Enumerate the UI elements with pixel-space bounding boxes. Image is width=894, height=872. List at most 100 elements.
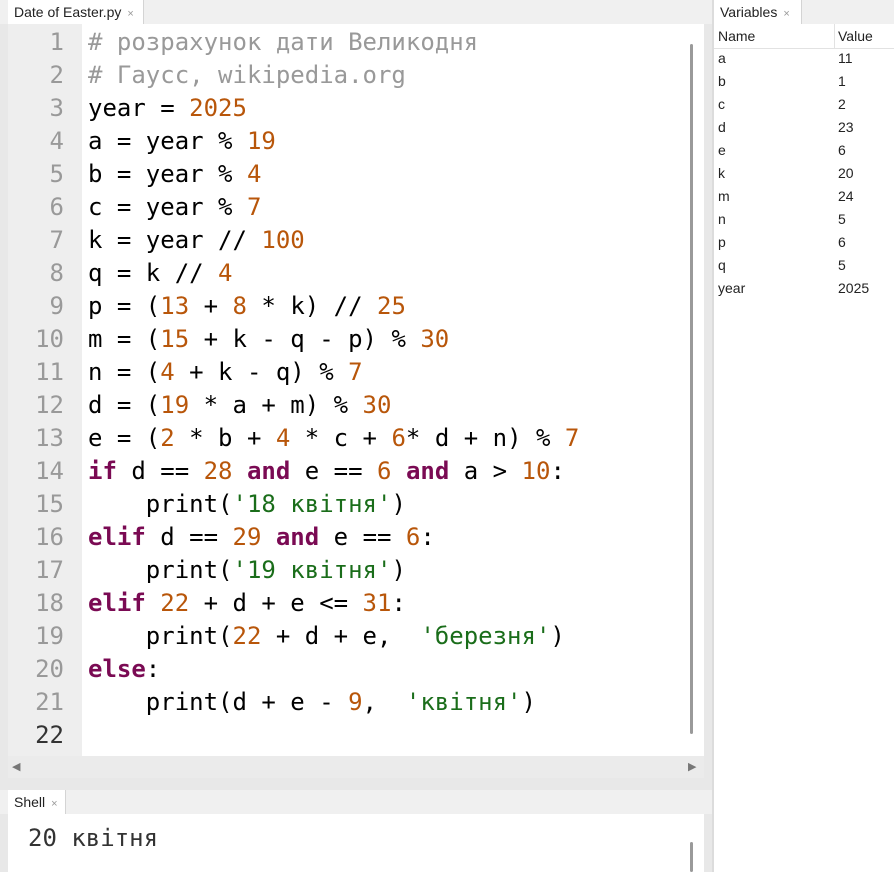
variable-value: 24 bbox=[838, 188, 854, 204]
code-line[interactable]: if d == 28 and e == 6 and a > 10: bbox=[88, 457, 565, 485]
code-line[interactable]: q = k // 4 bbox=[88, 259, 233, 287]
code-token: 30 bbox=[420, 325, 450, 353]
close-icon[interactable]: × bbox=[127, 8, 133, 20]
code-token: * c + bbox=[290, 424, 392, 452]
line-number: 14 bbox=[35, 457, 64, 485]
line-number: 19 bbox=[35, 622, 64, 650]
code-line[interactable]: p = (13 + 8 * k) // 25 bbox=[88, 292, 406, 320]
tab-variables[interactable]: Variables × bbox=[714, 0, 802, 24]
variable-row[interactable]: c2 bbox=[714, 94, 894, 117]
code-token: * a + m) % bbox=[189, 391, 363, 419]
close-icon[interactable]: × bbox=[51, 798, 57, 810]
code-line[interactable]: a = year % 19 bbox=[88, 127, 276, 155]
code-token: + k - q - p) % bbox=[189, 325, 421, 353]
tab-date-of-easter[interactable]: Date of Easter.py × bbox=[8, 0, 144, 24]
shell-vertical-scrollbar[interactable] bbox=[690, 842, 693, 872]
code-token: 19 bbox=[246, 127, 276, 155]
code-token: 2025 bbox=[189, 94, 247, 122]
code-line[interactable]: d = (19 * a + m) % 30 bbox=[88, 391, 391, 419]
variable-row[interactable]: e6 bbox=[714, 140, 894, 163]
code-line[interactable]: c = year % 7 bbox=[88, 193, 261, 221]
code-line[interactable]: print(d + e - 9, 'квітня') bbox=[88, 688, 536, 716]
line-number: 18 bbox=[35, 589, 64, 617]
code-editor[interactable]: 1 2 3 4 5 6 7 8 9 10 11 12 13 14 15 16 17 18 19 20 21 22 # ро… bbox=[8, 24, 704, 756]
line-number: 12 bbox=[35, 391, 64, 419]
column-divider[interactable] bbox=[834, 24, 835, 48]
code-token: 4 bbox=[160, 358, 175, 386]
variable-row[interactable]: k 20 bbox=[714, 163, 894, 186]
code-token: b = year % bbox=[88, 160, 247, 188]
code-token: d = ( bbox=[88, 391, 161, 419]
variable-name: p bbox=[718, 234, 726, 250]
variable-name: year bbox=[718, 280, 746, 296]
code-token: 31 bbox=[362, 589, 392, 617]
variable-row[interactable]: year 2025 bbox=[714, 278, 894, 301]
code-token: 6 bbox=[405, 523, 421, 551]
variable-value: 1 bbox=[838, 73, 846, 89]
line-number: 9 bbox=[49, 292, 64, 320]
code-line[interactable]: # Гаусс, wikipedia.org bbox=[88, 61, 406, 89]
code-line[interactable]: print('18 квітня') bbox=[88, 490, 406, 518]
variable-name: e bbox=[718, 142, 726, 158]
code-line[interactable]: year = 2025 bbox=[88, 94, 247, 122]
variable-row[interactable]: n5 bbox=[714, 209, 894, 232]
code-line[interactable]: print(22 + d + e, 'березня') bbox=[88, 622, 565, 650]
code-line[interactable]: # розрахунок дати Великодня bbox=[88, 28, 478, 56]
code-token: * d + n) % bbox=[405, 424, 565, 452]
code-token: a > bbox=[449, 457, 522, 485]
code-line[interactable]: e = (2 * b + 4 * c + 6* d + n) % 7 bbox=[88, 424, 579, 452]
variables-panel: Name Value a 11 b 1 c 2 d 23 e 6 k 20 m 24 n 5 p 6 q 5 year 2… bbox=[714, 24, 894, 872]
line-number: 22 bbox=[35, 721, 64, 749]
code-token: c = year % bbox=[88, 193, 247, 221]
editor-vertical-scrollbar[interactable] bbox=[690, 44, 693, 734]
variable-row[interactable]: q5 bbox=[714, 255, 894, 278]
tab-label: Variables bbox=[720, 4, 778, 20]
line-number: 16 bbox=[35, 523, 64, 551]
code-token: 4 bbox=[246, 160, 262, 188]
variable-value: 2025 bbox=[838, 280, 870, 296]
code-token: 22 bbox=[232, 622, 262, 650]
code-token: : bbox=[145, 655, 161, 683]
variable-row[interactable]: p6 bbox=[714, 232, 894, 255]
variable-row[interactable]: m 24 bbox=[714, 186, 894, 209]
variable-row[interactable]: a 11 bbox=[714, 48, 894, 71]
editor-horizontal-scrollbar[interactable]: ◀ ▶ bbox=[8, 756, 704, 778]
tab-label: Shell bbox=[14, 794, 46, 810]
code-line[interactable]: b = year % 4 bbox=[88, 160, 261, 188]
close-icon[interactable]: × bbox=[783, 8, 789, 20]
shell-panel[interactable]: 20 квітня bbox=[8, 814, 704, 872]
code-token: : bbox=[420, 523, 435, 551]
code-line[interactable]: print('19 квітня') bbox=[88, 556, 406, 584]
code-token: else bbox=[88, 655, 146, 683]
column-header-value[interactable]: Value bbox=[838, 28, 873, 44]
code-line[interactable]: k = year // 100 bbox=[88, 226, 305, 254]
tab-shell[interactable]: Shell × bbox=[8, 790, 66, 814]
code-token: 15 bbox=[160, 325, 190, 353]
code-line[interactable]: else: bbox=[88, 655, 160, 683]
variable-row[interactable]: b1 bbox=[714, 71, 894, 94]
code-token: + d + e, bbox=[261, 622, 421, 650]
code-line[interactable]: n = (4 + k - q) % 7 bbox=[88, 358, 363, 386]
code-token: + k - q) % bbox=[174, 358, 349, 386]
variable-row[interactable]: d 23 bbox=[714, 117, 894, 140]
scroll-right-icon[interactable]: ▶ bbox=[688, 760, 696, 773]
variables-tabstrip: Variables × bbox=[714, 0, 894, 24]
variables-table-header: Name Value bbox=[714, 24, 894, 49]
code-line[interactable]: elif 22 + d + e <= 31: bbox=[88, 589, 406, 617]
code-line[interactable]: m = (15 + k - q - p) % 30 bbox=[88, 325, 449, 353]
code-token: ) bbox=[521, 688, 536, 716]
column-header-name[interactable]: Name bbox=[718, 28, 755, 44]
variable-value: 6 bbox=[838, 234, 846, 250]
line-number: 7 bbox=[49, 226, 64, 254]
code-token: 9 bbox=[348, 688, 363, 716]
code-line[interactable]: elif d == 29 and e == 6: bbox=[88, 523, 435, 551]
code-token: 22 bbox=[160, 589, 190, 617]
scroll-left-icon[interactable]: ◀ bbox=[12, 760, 20, 773]
variable-value: 11 bbox=[838, 50, 853, 66]
line-number: 8 bbox=[49, 259, 64, 287]
code-token: a = year % bbox=[88, 127, 247, 155]
shell-tabstrip: Shell × bbox=[0, 790, 712, 814]
code-token: 30 bbox=[362, 391, 392, 419]
